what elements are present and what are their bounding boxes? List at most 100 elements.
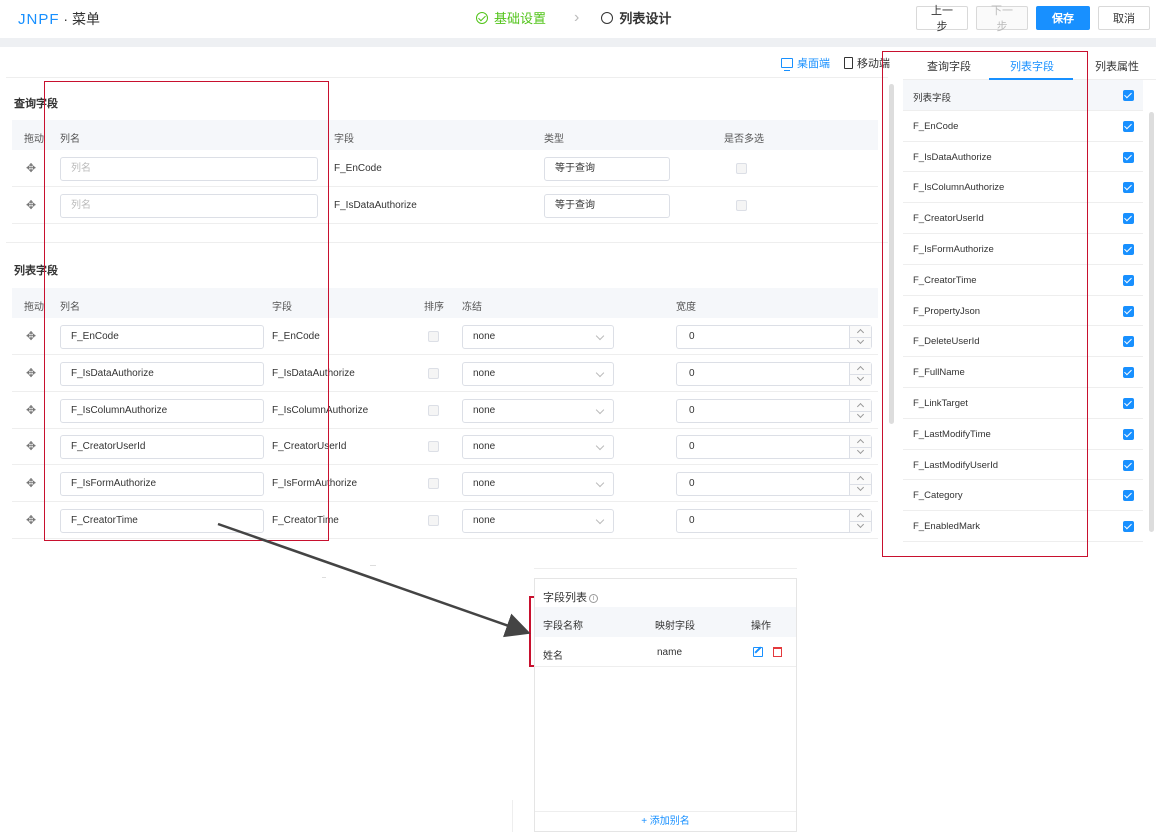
drag-handle-icon[interactable]: ✥ [24,403,38,417]
chevron-up-icon[interactable] [856,365,865,373]
info-icon[interactable]: i [589,594,598,603]
list-item[interactable]: F_FullName [903,357,1143,388]
chevron-down-icon[interactable] [856,484,865,492]
list-item[interactable]: F_IsDataAuthorize [903,142,1143,173]
chevron-down-icon[interactable] [856,447,865,455]
list-item[interactable]: F_CreatorUserId [903,203,1143,234]
mobile-toggle[interactable]: 移动端 [844,55,890,71]
list-item[interactable]: F_PropertyJson [903,296,1143,327]
list-item[interactable]: F_DeleteUserId [903,326,1143,358]
column-name-input[interactable]: F_EnCode [60,325,264,349]
desktop-toggle[interactable]: 桌面端 [781,55,830,71]
chevron-up-icon[interactable] [856,476,865,484]
chevron-down-icon[interactable] [856,373,865,381]
freeze-select[interactable]: none [462,361,614,386]
next-step-button[interactable]: 下一步 [976,5,1028,33]
select-all-checkbox[interactable] [1123,90,1134,101]
chevron-up-icon[interactable] [856,512,865,521]
field-checkbox[interactable] [1123,367,1134,379]
edit-icon[interactable] [753,647,763,657]
drag-handle-icon[interactable]: ✥ [24,439,38,453]
chevron-down-icon[interactable] [856,410,865,418]
column-name-input[interactable]: F_IsFormAuthorize [60,472,264,497]
drag-handle-icon[interactable]: ✥ [24,513,38,527]
main-scrollbar[interactable] [889,84,894,424]
field-checkbox[interactable] [1123,243,1134,255]
sort-checkbox[interactable] [428,478,439,490]
list-item[interactable]: F_IsFormAuthorize [903,234,1143,265]
sort-checkbox[interactable] [428,404,439,416]
list-item[interactable]: F_LinkTarget [903,388,1143,419]
field-checkbox[interactable] [1123,521,1134,533]
column-name-input[interactable]: F_IsDataAuthorize [60,361,264,386]
width-input[interactable]: 0 [676,325,872,349]
list-item[interactable]: F_EnCode [903,111,1143,142]
field-checkbox[interactable] [1123,459,1134,471]
freeze-select[interactable]: none [462,509,614,533]
step-list-design[interactable]: 列表设计 [601,8,671,27]
tab-list-properties[interactable]: 列表属性 [1095,58,1139,74]
stepper[interactable] [849,436,872,459]
drag-handle-icon[interactable]: ✥ [24,198,38,212]
column-name-input[interactable]: F_CreatorUserId [60,435,264,460]
list-item[interactable]: F_IsColumnAuthorize [903,172,1143,204]
chevron-down-icon[interactable] [856,520,865,529]
field-checkbox[interactable] [1123,151,1134,163]
add-alias-button[interactable]: + 添加别名 [535,811,796,832]
query-type-select[interactable]: 等于查询 [544,194,670,218]
trash-icon[interactable] [773,647,782,657]
field-checkbox[interactable] [1123,182,1134,194]
field-checkbox[interactable] [1123,490,1134,502]
freeze-select[interactable]: none [462,472,614,497]
freeze-select[interactable]: none [462,325,614,349]
stepper[interactable] [849,473,872,496]
stepper[interactable] [849,510,872,532]
field-checkbox[interactable] [1123,213,1134,225]
sort-checkbox[interactable] [428,515,439,526]
multi-select-checkbox[interactable] [736,163,747,174]
drag-handle-icon[interactable]: ✥ [24,329,38,343]
sort-checkbox[interactable] [428,441,439,453]
width-input[interactable]: 0 [676,509,872,533]
cancel-button[interactable]: 取消 [1098,6,1150,30]
width-input[interactable]: 0 [676,398,872,423]
column-name-input[interactable]: F_IsColumnAuthorize [60,398,264,423]
sort-checkbox[interactable] [428,367,439,379]
field-checkbox[interactable] [1123,305,1134,317]
freeze-select[interactable]: none [462,435,614,460]
width-input[interactable]: 0 [676,435,872,460]
tab-list-fields[interactable]: 列表字段 [1010,58,1054,74]
chevron-up-icon[interactable] [856,402,865,410]
column-name-input[interactable]: 列名 [60,194,318,218]
column-name-input[interactable]: 列名 [60,157,318,181]
chevron-up-icon[interactable] [856,439,865,447]
field-checkbox[interactable] [1123,428,1134,440]
list-item[interactable]: F_LastModifyUserId [903,450,1143,481]
list-item[interactable]: F_CreatorTime [903,265,1143,296]
field-checkbox[interactable] [1123,397,1134,409]
stepper[interactable] [849,362,872,385]
sort-checkbox[interactable] [428,331,439,342]
field-checkbox[interactable] [1123,274,1134,286]
list-item[interactable]: F_EnabledMark [903,511,1143,542]
field-checkbox[interactable] [1123,120,1134,132]
stepper[interactable] [849,326,872,348]
multi-select-checkbox[interactable] [736,200,747,211]
drag-handle-icon[interactable]: ✥ [24,366,38,380]
stepper[interactable] [849,399,872,422]
right-scrollbar[interactable] [1149,112,1154,532]
prev-step-button[interactable]: 上一步 [916,5,968,33]
freeze-select[interactable]: none [462,398,614,423]
chevron-down-icon[interactable] [856,336,865,345]
width-input[interactable]: 0 [676,361,872,386]
save-button[interactable]: 保存 [1036,6,1090,30]
width-input[interactable]: 0 [676,472,872,497]
drag-handle-icon[interactable]: ✥ [24,476,38,490]
drag-handle-icon[interactable]: ✥ [24,161,38,175]
field-checkbox[interactable] [1123,336,1134,348]
list-item[interactable]: F_LastModifyTime [903,419,1143,450]
step-basic-settings[interactable]: 基础设置 [476,8,546,27]
query-type-select[interactable]: 等于查询 [544,157,670,181]
tab-query-fields[interactable]: 查询字段 [927,58,971,74]
column-name-input[interactable]: F_CreatorTime [60,509,264,533]
